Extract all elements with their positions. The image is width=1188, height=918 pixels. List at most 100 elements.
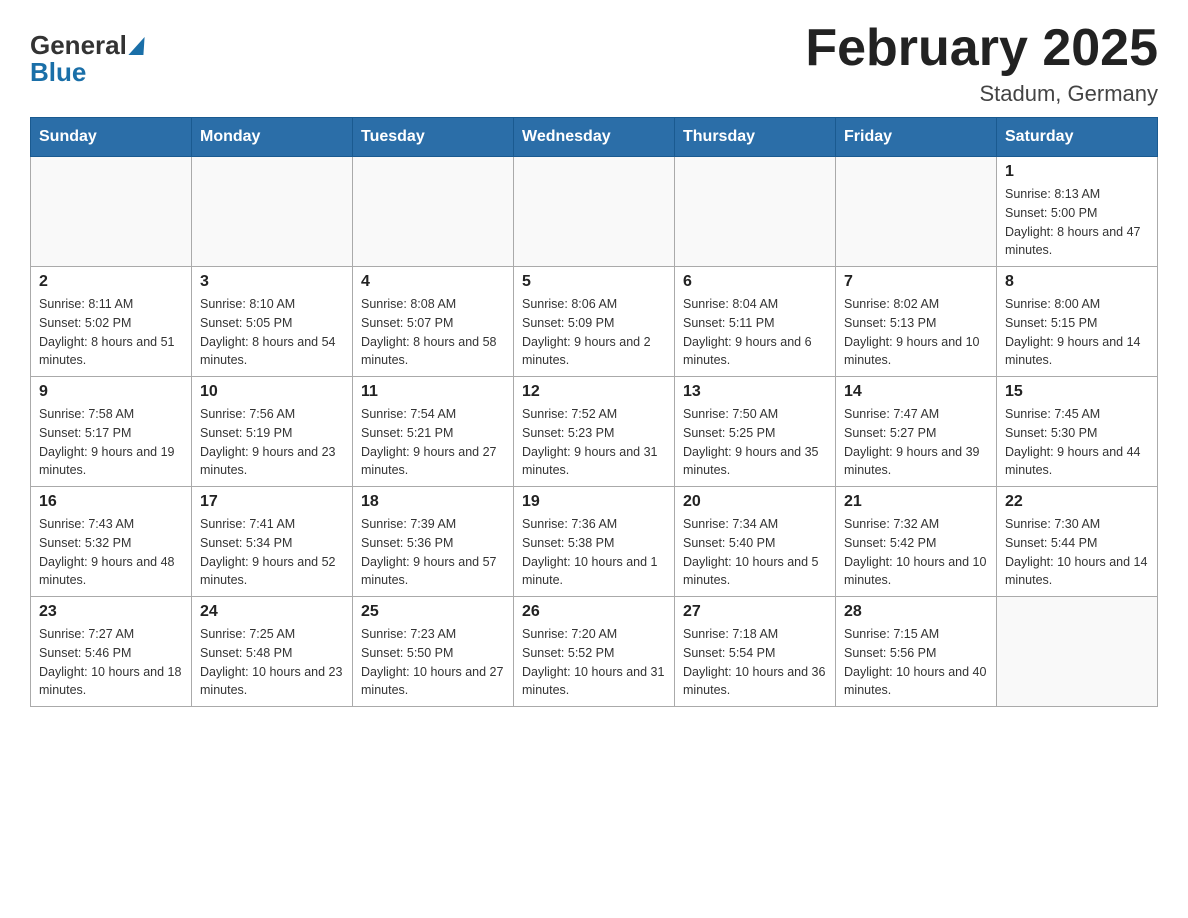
calendar-week-row: 1 Sunrise: 8:13 AM Sunset: 5:00 PM Daylig… <box>31 157 1158 267</box>
day-info: Sunrise: 7:36 AM Sunset: 5:38 PM Dayligh… <box>522 515 666 590</box>
calendar-cell: 25Sunrise: 7:23 AM Sunset: 5:50 PM Dayli… <box>353 597 514 707</box>
calendar-cell: 13Sunrise: 7:50 AM Sunset: 5:25 PM Dayli… <box>675 377 836 487</box>
calendar-cell: 26 Sunrise: 7:20 AM Sunset: 5:52 PM Dayli… <box>514 597 675 707</box>
weekday-header-tuesday: Tuesday <box>353 118 514 157</box>
day-number: 21 <box>844 493 988 511</box>
calendar-cell: 18 Sunrise: 7:39 AM Sunset: 5:36 PM Dayli… <box>353 487 514 597</box>
logo: General Blue <box>30 30 145 88</box>
day-number: 24 <box>200 603 344 621</box>
calendar-cell: 21Sunrise: 7:32 AM Sunset: 5:42 PM Dayli… <box>836 487 997 597</box>
day-number: 18 <box>361 493 505 511</box>
calendar-cell: 22 Sunrise: 7:30 AM Sunset: 5:44 PM Dayli… <box>997 487 1158 597</box>
day-info: Sunrise: 7:54 AM Sunset: 5:21 PM Dayligh… <box>361 405 505 480</box>
calendar-cell: 5Sunrise: 8:06 AM Sunset: 5:09 PM Daylig… <box>514 267 675 377</box>
weekday-header-saturday: Saturday <box>997 118 1158 157</box>
day-info: Sunrise: 7:56 AM Sunset: 5:19 PM Dayligh… <box>200 405 344 480</box>
day-info: Sunrise: 7:30 AM Sunset: 5:44 PM Dayligh… <box>1005 515 1149 590</box>
day-info: Sunrise: 7:39 AM Sunset: 5:36 PM Dayligh… <box>361 515 505 590</box>
calendar-cell: 19 Sunrise: 7:36 AM Sunset: 5:38 PM Dayli… <box>514 487 675 597</box>
calendar-cell <box>675 157 836 267</box>
day-info: Sunrise: 7:52 AM Sunset: 5:23 PM Dayligh… <box>522 405 666 480</box>
day-number: 4 <box>361 273 505 291</box>
day-number: 14 <box>844 383 988 401</box>
day-info: Sunrise: 7:34 AM Sunset: 5:40 PM Dayligh… <box>683 515 827 590</box>
calendar-cell <box>836 157 997 267</box>
day-info: Sunrise: 8:10 AM Sunset: 5:05 PM Dayligh… <box>200 295 344 370</box>
page-header: General Blue February 2025 Stadum, Germa… <box>30 20 1158 107</box>
day-info: Sunrise: 7:58 AM Sunset: 5:17 PM Dayligh… <box>39 405 183 480</box>
day-info: Sunrise: 7:15 AM Sunset: 5:56 PM Dayligh… <box>844 625 988 700</box>
day-info: Sunrise: 7:18 AM Sunset: 5:54 PM Dayligh… <box>683 625 827 700</box>
logo-arrow-icon <box>128 37 146 55</box>
weekday-header-sunday: Sunday <box>31 118 192 157</box>
calendar-cell: 23 Sunrise: 7:27 AM Sunset: 5:46 PM Dayli… <box>31 597 192 707</box>
calendar-cell: 7 Sunrise: 8:02 AM Sunset: 5:13 PM Daylig… <box>836 267 997 377</box>
calendar-cell: 20Sunrise: 7:34 AM Sunset: 5:40 PM Dayli… <box>675 487 836 597</box>
day-info: Sunrise: 7:20 AM Sunset: 5:52 PM Dayligh… <box>522 625 666 700</box>
day-info: Sunrise: 7:25 AM Sunset: 5:48 PM Dayligh… <box>200 625 344 700</box>
calendar-table: SundayMondayTuesdayWednesdayThursdayFrid… <box>30 117 1158 707</box>
calendar-header-row: SundayMondayTuesdayWednesdayThursdayFrid… <box>31 118 1158 157</box>
logo-blue-text: Blue <box>30 57 145 88</box>
day-number: 11 <box>361 383 505 401</box>
calendar-cell: 28 Sunrise: 7:15 AM Sunset: 5:56 PM Dayli… <box>836 597 997 707</box>
day-number: 10 <box>200 383 344 401</box>
calendar-cell: 17 Sunrise: 7:41 AM Sunset: 5:34 PM Dayli… <box>192 487 353 597</box>
day-info: Sunrise: 7:23 AM Sunset: 5:50 PM Dayligh… <box>361 625 505 700</box>
day-number: 13 <box>683 383 827 401</box>
day-number: 5 <box>522 273 666 291</box>
weekday-header-thursday: Thursday <box>675 118 836 157</box>
calendar-cell: 24 Sunrise: 7:25 AM Sunset: 5:48 PM Dayli… <box>192 597 353 707</box>
day-number: 27 <box>683 603 827 621</box>
day-number: 9 <box>39 383 183 401</box>
calendar-cell <box>31 157 192 267</box>
calendar-cell: 10 Sunrise: 7:56 AM Sunset: 5:19 PM Dayli… <box>192 377 353 487</box>
calendar-cell: 16 Sunrise: 7:43 AM Sunset: 5:32 PM Dayli… <box>31 487 192 597</box>
calendar-cell: 9 Sunrise: 7:58 AM Sunset: 5:17 PM Daylig… <box>31 377 192 487</box>
calendar-cell: 8 Sunrise: 8:00 AM Sunset: 5:15 PM Daylig… <box>997 267 1158 377</box>
day-info: Sunrise: 8:00 AM Sunset: 5:15 PM Dayligh… <box>1005 295 1149 370</box>
calendar-cell: 27 Sunrise: 7:18 AM Sunset: 5:54 PM Dayli… <box>675 597 836 707</box>
calendar-week-row: 9 Sunrise: 7:58 AM Sunset: 5:17 PM Daylig… <box>31 377 1158 487</box>
day-number: 23 <box>39 603 183 621</box>
calendar-cell: 3 Sunrise: 8:10 AM Sunset: 5:05 PM Daylig… <box>192 267 353 377</box>
calendar-week-row: 16 Sunrise: 7:43 AM Sunset: 5:32 PM Dayli… <box>31 487 1158 597</box>
calendar-cell: 15 Sunrise: 7:45 AM Sunset: 5:30 PM Dayli… <box>997 377 1158 487</box>
day-number: 28 <box>844 603 988 621</box>
calendar-title-block: February 2025 Stadum, Germany <box>805 20 1158 107</box>
day-number: 15 <box>1005 383 1149 401</box>
calendar-week-row: 2 Sunrise: 8:11 AM Sunset: 5:02 PM Daylig… <box>31 267 1158 377</box>
day-info: Sunrise: 7:45 AM Sunset: 5:30 PM Dayligh… <box>1005 405 1149 480</box>
day-info: Sunrise: 8:13 AM Sunset: 5:00 PM Dayligh… <box>1005 185 1149 260</box>
day-number: 26 <box>522 603 666 621</box>
calendar-cell: 6 Sunrise: 8:04 AM Sunset: 5:11 PM Daylig… <box>675 267 836 377</box>
calendar-location: Stadum, Germany <box>805 81 1158 107</box>
calendar-cell: 2 Sunrise: 8:11 AM Sunset: 5:02 PM Daylig… <box>31 267 192 377</box>
weekday-header-wednesday: Wednesday <box>514 118 675 157</box>
day-info: Sunrise: 8:08 AM Sunset: 5:07 PM Dayligh… <box>361 295 505 370</box>
calendar-cell: 4 Sunrise: 8:08 AM Sunset: 5:07 PM Daylig… <box>353 267 514 377</box>
day-number: 19 <box>522 493 666 511</box>
day-info: Sunrise: 8:02 AM Sunset: 5:13 PM Dayligh… <box>844 295 988 370</box>
day-info: Sunrise: 7:47 AM Sunset: 5:27 PM Dayligh… <box>844 405 988 480</box>
day-info: Sunrise: 7:27 AM Sunset: 5:46 PM Dayligh… <box>39 625 183 700</box>
day-number: 2 <box>39 273 183 291</box>
calendar-cell: 11 Sunrise: 7:54 AM Sunset: 5:21 PM Dayli… <box>353 377 514 487</box>
day-number: 8 <box>1005 273 1149 291</box>
day-number: 22 <box>1005 493 1149 511</box>
day-info: Sunrise: 7:43 AM Sunset: 5:32 PM Dayligh… <box>39 515 183 590</box>
day-info: Sunrise: 8:04 AM Sunset: 5:11 PM Dayligh… <box>683 295 827 370</box>
calendar-cell <box>997 597 1158 707</box>
calendar-month-year: February 2025 <box>805 20 1158 77</box>
day-number: 3 <box>200 273 344 291</box>
calendar-cell <box>353 157 514 267</box>
day-info: Sunrise: 7:41 AM Sunset: 5:34 PM Dayligh… <box>200 515 344 590</box>
day-number: 16 <box>39 493 183 511</box>
day-number: 6 <box>683 273 827 291</box>
day-number: 1 <box>1005 163 1149 181</box>
day-info: Sunrise: 8:11 AM Sunset: 5:02 PM Dayligh… <box>39 295 183 370</box>
day-number: 17 <box>200 493 344 511</box>
calendar-cell <box>514 157 675 267</box>
weekday-header-friday: Friday <box>836 118 997 157</box>
day-number: 7 <box>844 273 988 291</box>
